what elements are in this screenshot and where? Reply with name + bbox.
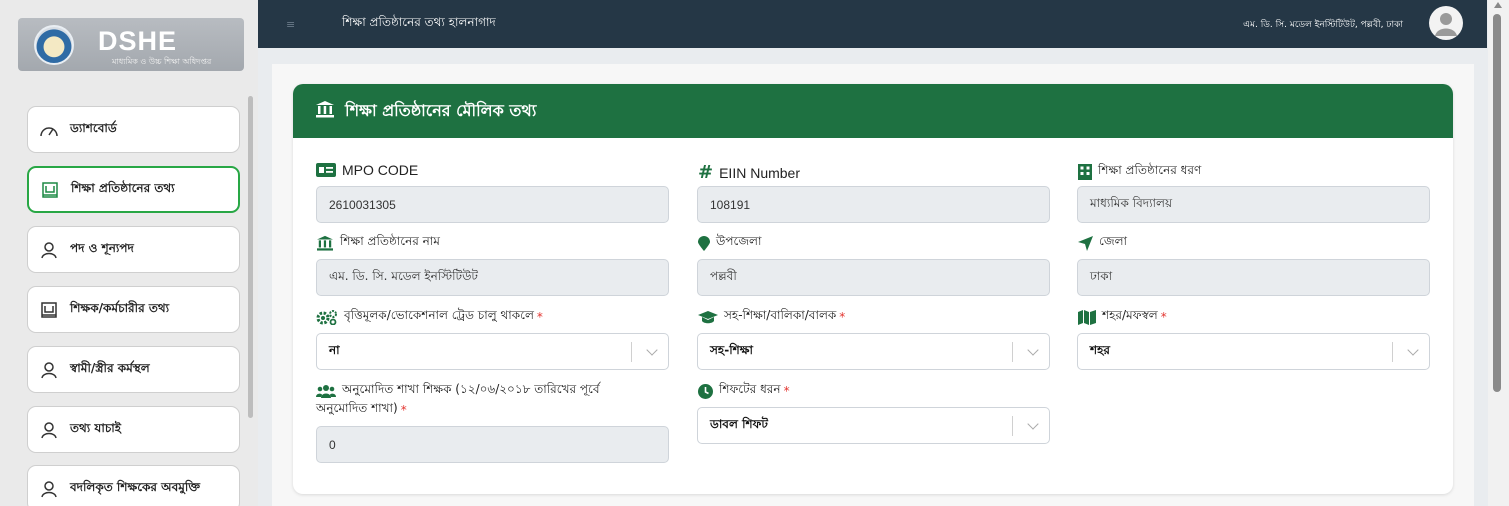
top-bar: ≡ শিক্ষা প্রতিষ্ঠানের তথ্য হালনাগাদ এম. …	[258, 0, 1487, 48]
brand-subtitle: মাধ্যমিক ও উচ্চ শিক্ষা অধিদপ্তর	[112, 57, 212, 66]
area-label: শহর/মফস্বল *	[1078, 307, 1167, 327]
approved-teacher-label: অনুমোদিত শাখা শিক্ষক (১২/০৬/২০১৮ তারিখের…	[316, 381, 600, 401]
chevron-down-icon[interactable]	[1027, 344, 1039, 356]
sidebar-item-verification[interactable]: তথ্য যাচাই	[27, 406, 240, 453]
institution-name: এম. ডি. সি. মডেল ইনস্টিটিউট, পল্লবী, ঢাক…	[1243, 20, 1403, 30]
dashboard-gauge-icon	[38, 119, 60, 141]
institution-type-field[interactable]: মাধ্যমিক বিদ্যালয়	[1077, 186, 1430, 223]
chevron-down-icon[interactable]	[646, 344, 658, 356]
coed-select[interactable]: সহ-শিক্ষা	[697, 333, 1050, 370]
user-outline-icon	[38, 478, 60, 500]
gears-icon	[316, 309, 338, 325]
select-separator	[1012, 342, 1013, 362]
upazila-field[interactable]: পল্লবী	[697, 259, 1050, 296]
sidebar-item-label: শিক্ষক/কর্মচারীর তথ্য	[70, 300, 170, 315]
sidebar-item-transfer-release[interactable]: বদলিকৃত শিক্ষকের অবমুক্তি	[27, 465, 240, 506]
chevron-down-icon[interactable]	[1407, 344, 1419, 356]
sidebar-item-label: পদ ও শূন্যপদ	[70, 240, 134, 255]
sidebar-item-teacher-staff[interactable]: শিক্ষক/কর্মচারীর তথ্য	[27, 286, 240, 333]
institution-type-label: শিক্ষা প্রতিষ্ঠানের ধরণ	[1078, 162, 1201, 182]
sidebar-item-label: বদলিকৃত শিক্ষকের অবমুক্তি	[70, 479, 201, 494]
page-scrollbar[interactable]	[1488, 0, 1509, 506]
building-icon	[38, 299, 60, 321]
mpo-code-label: MPO CODE	[316, 162, 418, 178]
user-outline-icon	[38, 419, 60, 441]
institution-name-field[interactable]: এম. ডি. সি. মডেল ইনস্টিটিউট	[316, 259, 669, 296]
page-title: শিক্ষা প্রতিষ্ঠানের তথ্য হালনাগাদ	[342, 15, 496, 29]
sidebar-item-label: স্বামী/স্ত্রীর কর্মস্থল	[70, 360, 150, 375]
user-outline-icon	[38, 239, 60, 261]
user-outline-icon	[38, 359, 60, 381]
clock-icon	[698, 383, 713, 399]
eiin-label: # EIIN Number	[698, 162, 801, 183]
dshe-emblem-icon	[34, 25, 74, 65]
coed-label: সহ-শিক্ষা/বালিকা/বালক *	[698, 307, 845, 327]
shift-label: শিফটের ধরন *	[698, 381, 790, 401]
brand-logo-block[interactable]: DSHE মাধ্যমিক ও উচ্চ শিক্ষা অধিদপ্তর	[18, 18, 244, 71]
card-header: শিক্ষা প্রতিষ্ঠানের মৌলিক তথ্য	[293, 84, 1453, 138]
approved-teacher-label-line2: অনুমোদিত শাখা) *	[316, 401, 407, 417]
select-separator	[1012, 416, 1013, 436]
brand-title: DSHE	[98, 26, 178, 56]
menu-toggle-icon[interactable]: ≡	[286, 18, 295, 31]
card-title: শিক্ষা প্রতিষ্ঠানের মৌলিক তথ্য	[345, 100, 537, 120]
sidebar-item-label: ড্যাশবোর্ড	[70, 120, 117, 135]
sidebar-item-institution-info[interactable]: শিক্ষা প্রতিষ্ঠানের তথ্য	[27, 166, 240, 213]
map-icon	[1078, 309, 1096, 325]
select-separator	[1392, 342, 1393, 362]
district-field[interactable]: ঢাকা	[1077, 259, 1430, 296]
scroll-up-arrow-icon[interactable]	[1494, 2, 1502, 8]
graduation-cap-icon	[698, 310, 718, 324]
map-pin-icon	[698, 235, 710, 251]
sidebar-item-label: শিক্ষা প্রতিষ্ঠানের তথ্য	[71, 180, 175, 195]
select-separator	[631, 342, 632, 362]
vocational-label: বৃত্তিমূলক/ভোকেশনাল ট্রেড চালু থাকলে *	[316, 307, 543, 327]
institution-icon	[315, 100, 335, 122]
avatar[interactable]	[1429, 6, 1463, 40]
eiin-field[interactable]: 108191	[697, 186, 1050, 223]
building-icon	[39, 179, 61, 201]
mpo-code-field[interactable]: 2610031305	[316, 186, 669, 223]
sidebar-item-spouse-workplace[interactable]: স্বামী/স্ত্রীর কর্মস্থল	[27, 346, 240, 393]
district-label: জেলা	[1078, 233, 1127, 253]
scroll-thumb[interactable]	[1493, 14, 1501, 392]
vocational-select[interactable]: না	[316, 333, 669, 370]
upazila-label: উপজেলা	[698, 233, 761, 253]
location-arrow-icon	[1078, 235, 1093, 251]
hashtag-icon: #	[698, 162, 714, 183]
area-select[interactable]: শহর	[1077, 333, 1430, 370]
sidebar-scrollbar[interactable]	[248, 96, 253, 418]
chevron-down-icon[interactable]	[1027, 418, 1039, 430]
institution-icon	[316, 235, 334, 251]
sidebar-item-posts-vacancies[interactable]: পদ ও শূন্যপদ	[27, 226, 240, 273]
sidebar: DSHE মাধ্যমিক ও উচ্চ শিক্ষা অধিদপ্তর ড্য…	[0, 0, 258, 506]
sidebar-item-label: তথ্য যাচাই	[70, 420, 122, 435]
approved-teacher-field[interactable]: 0	[316, 426, 669, 463]
sidebar-item-dashboard[interactable]: ড্যাশবোর্ড	[27, 106, 240, 153]
id-card-icon	[316, 163, 336, 177]
building-icon	[1078, 164, 1092, 180]
users-icon	[316, 384, 336, 398]
shift-select[interactable]: ডাবল শিফট	[697, 407, 1050, 444]
institution-name-label: শিক্ষা প্রতিষ্ঠানের নাম	[316, 233, 440, 253]
